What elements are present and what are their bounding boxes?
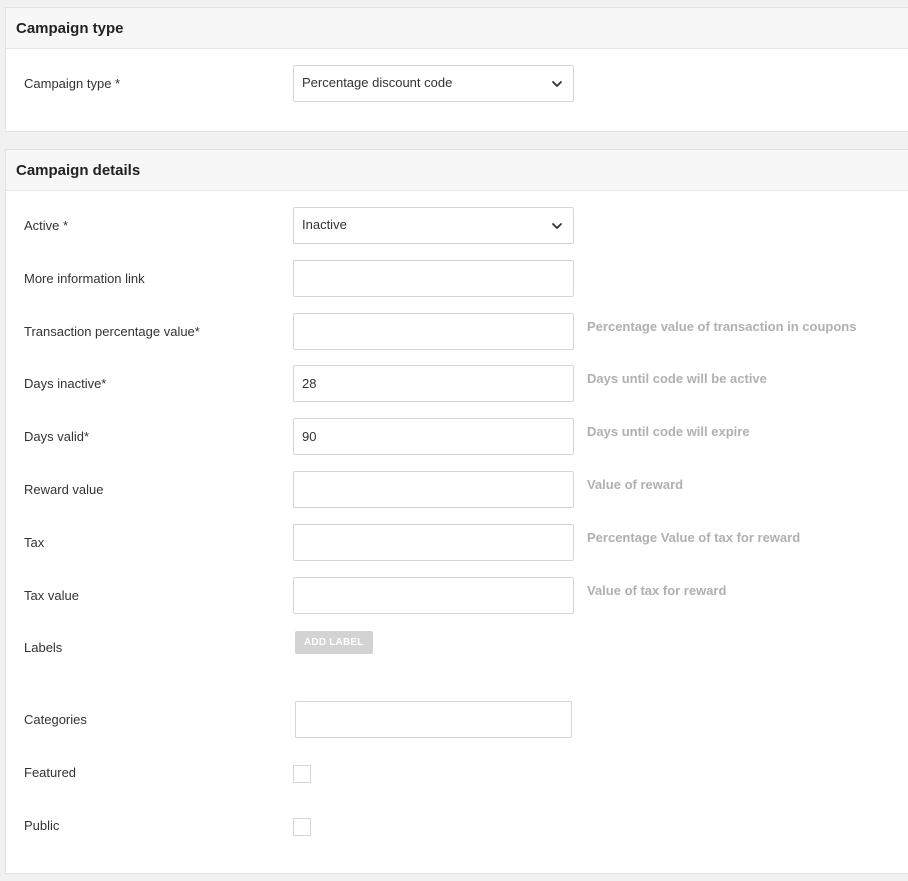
campaign-type-label: Campaign type * <box>24 76 121 91</box>
featured-row: Featured <box>6 754 908 792</box>
days-valid-hint: Days until code will expire <box>587 424 750 439</box>
public-label: Public <box>24 818 60 833</box>
more-information-link-label: More information link <box>24 271 145 286</box>
campaign-details-title: Campaign details <box>16 161 141 179</box>
campaign-type-title: Campaign type <box>16 19 124 37</box>
categories-row: Categories <box>6 701 908 739</box>
more-information-link-input[interactable] <box>293 260 574 297</box>
reward-value-hint: Value of reward <box>587 477 684 492</box>
add-label-button[interactable]: ADD LABEL <box>295 631 373 654</box>
featured-label: Featured <box>24 765 77 780</box>
campaign-details-header: Campaign details <box>6 150 908 191</box>
labels-label: Labels <box>24 640 63 655</box>
transaction-percentage-hint: Percentage value of transaction in coupo… <box>587 319 857 334</box>
public-checkbox[interactable] <box>293 818 311 836</box>
days-inactive-label: Days inactive* <box>24 376 107 391</box>
tax-value-hint: Value of tax for reward <box>587 583 727 598</box>
featured-checkbox[interactable] <box>293 765 311 783</box>
active-value: Inactive <box>302 217 347 232</box>
transaction-percentage-row: Transaction percentage value* Percentage… <box>6 313 908 351</box>
tax-input[interactable] <box>293 524 574 561</box>
days-valid-input[interactable] <box>293 418 574 455</box>
days-inactive-input[interactable] <box>293 365 574 402</box>
campaign-type-header: Campaign type <box>6 8 908 49</box>
campaign-type-value: Percentage discount code <box>302 75 453 90</box>
reward-value-row: Reward value Value of reward <box>6 471 908 509</box>
public-row: Public <box>6 807 908 845</box>
chevron-down-icon <box>552 81 562 87</box>
chevron-down-icon <box>552 223 562 229</box>
reward-value-label: Reward value <box>24 482 104 497</box>
days-valid-label: Days valid* <box>24 429 90 444</box>
transaction-percentage-input[interactable] <box>293 313 574 350</box>
campaign-type-row: Campaign type * Percentage discount code <box>6 65 908 103</box>
tax-value-input[interactable] <box>293 577 574 614</box>
reward-value-input[interactable] <box>293 471 574 508</box>
tax-value-row: Tax value Value of tax for reward <box>6 577 908 615</box>
tax-label: Tax <box>24 535 45 550</box>
categories-input[interactable] <box>295 701 572 738</box>
active-label: Active * <box>24 218 69 233</box>
more-information-link-row: More information link <box>6 260 908 298</box>
days-inactive-hint: Days until code will be active <box>587 371 767 386</box>
transaction-percentage-label: Transaction percentage value* <box>24 324 200 339</box>
active-select[interactable]: Inactive <box>293 207 574 244</box>
labels-row: Labels ADD LABEL <box>6 629 908 667</box>
campaign-details-panel: Campaign details Active * Inactive More … <box>5 149 908 874</box>
tax-row: Tax Percentage Value of tax for reward <box>6 524 908 562</box>
days-inactive-row: Days inactive* Days until code will be a… <box>6 365 908 403</box>
campaign-type-panel: Campaign type Campaign type * Percentage… <box>5 7 908 132</box>
campaign-form-page: Campaign type Campaign type * Percentage… <box>0 0 908 881</box>
tax-hint: Percentage Value of tax for reward <box>587 530 801 545</box>
tax-value-label: Tax value <box>24 588 79 603</box>
days-valid-row: Days valid* Days until code will expire <box>6 418 908 456</box>
campaign-type-select[interactable]: Percentage discount code <box>293 65 574 102</box>
categories-label: Categories <box>24 712 87 727</box>
active-row: Active * Inactive <box>6 207 908 245</box>
